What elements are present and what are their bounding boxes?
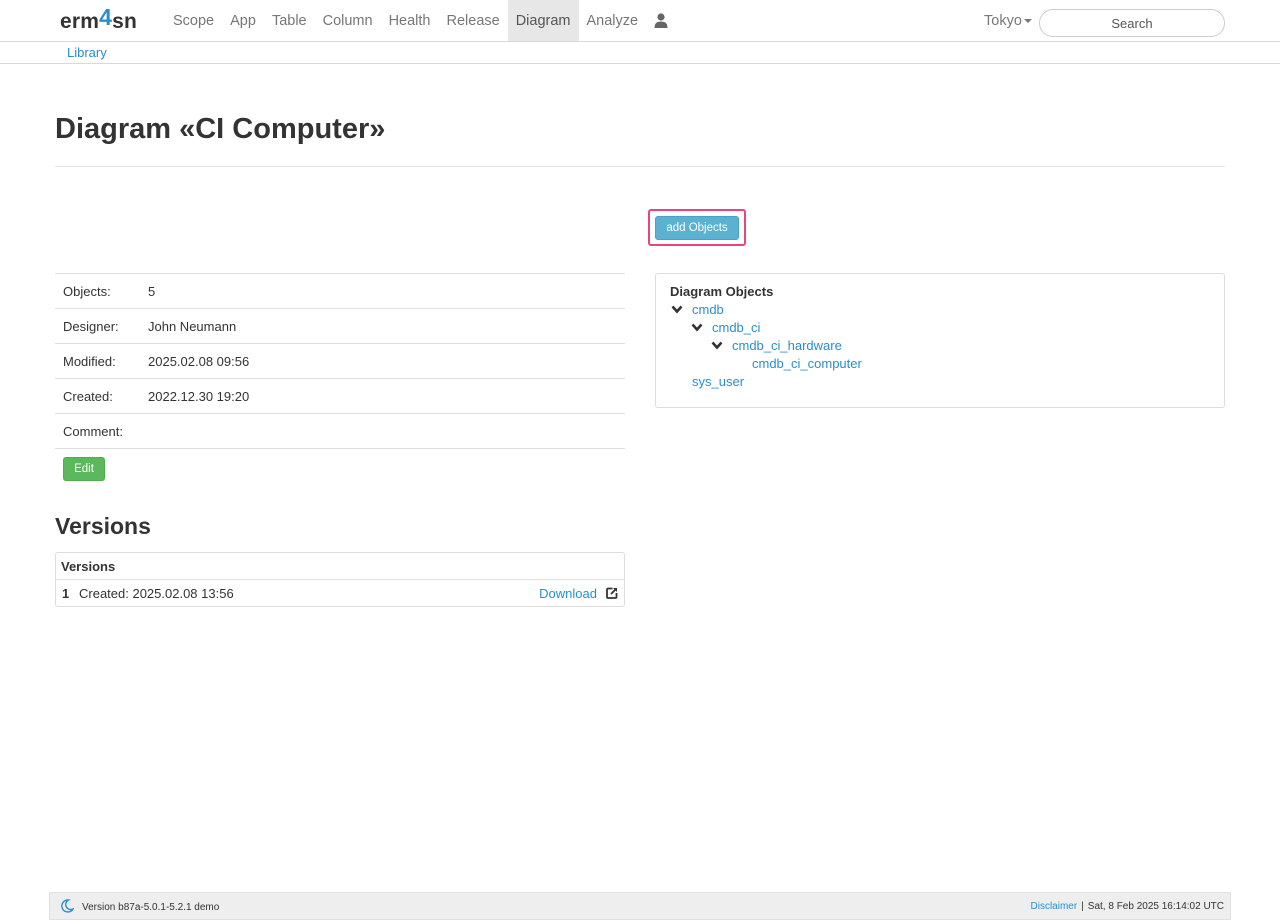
brand-text-erm: erm bbox=[60, 10, 100, 33]
edit-button[interactable]: Edit bbox=[63, 457, 105, 481]
sub-navbar: Library bbox=[0, 42, 1280, 64]
top-navbar: erm4sn Scope App Table Column Health Rel… bbox=[0, 0, 1280, 42]
nav-item-app[interactable]: App bbox=[222, 0, 264, 41]
chevron-down-icon[interactable] bbox=[691, 323, 703, 332]
info-row-designer: Designer: John Neumann bbox=[55, 308, 625, 344]
version-row: 1 Created: 2025.02.08 13:56 Download bbox=[56, 580, 624, 607]
info-value: 5 bbox=[140, 273, 625, 309]
nav-item-table[interactable]: Table bbox=[264, 0, 315, 41]
versions-panel-title: Versions bbox=[56, 553, 624, 580]
page-footer: Version b87a-5.0.1-5.2.1 demo Disclaimer… bbox=[49, 892, 1231, 920]
nav-item-scope[interactable]: Scope bbox=[165, 0, 222, 41]
footer-separator: | bbox=[1081, 901, 1084, 912]
brand-text-sn: sn bbox=[112, 10, 138, 33]
library-link[interactable]: Library bbox=[67, 45, 107, 60]
info-row-created: Created: 2022.12.30 19:20 bbox=[55, 378, 625, 414]
user-menu[interactable] bbox=[646, 0, 676, 41]
nav-item-release[interactable]: Release bbox=[439, 0, 508, 41]
info-row-comment: Comment: bbox=[55, 413, 625, 449]
tree-node-cmdb-ci[interactable]: cmdb_ci bbox=[712, 320, 760, 335]
info-label: Created: bbox=[55, 378, 140, 414]
nav-item-health[interactable]: Health bbox=[381, 0, 439, 41]
user-icon bbox=[654, 13, 668, 28]
versions-heading: Versions bbox=[55, 513, 151, 539]
version-download-link[interactable]: Download bbox=[539, 580, 597, 607]
header-divider bbox=[55, 166, 1225, 167]
diagram-objects-panel: Diagram Objects cmdb cmdb_ci cmdb_ci_har… bbox=[655, 273, 1225, 408]
brand-logo[interactable]: erm4sn bbox=[60, 4, 138, 34]
info-label: Designer: bbox=[55, 308, 140, 344]
moon-icon[interactable] bbox=[60, 899, 74, 913]
region-dropdown[interactable]: Tokyo bbox=[984, 0, 1032, 43]
external-link-icon[interactable] bbox=[606, 587, 618, 599]
info-row-modified: Modified: 2025.02.08 09:56 bbox=[55, 343, 625, 379]
versions-panel: Versions 1 Created: 2025.02.08 13:56 Dow… bbox=[55, 552, 625, 607]
version-created: Created: 2025.02.08 13:56 bbox=[79, 586, 234, 601]
tree-node-sys-user[interactable]: sys_user bbox=[692, 374, 744, 389]
footer-timestamp: Sat, 8 Feb 2025 16:14:02 UTC bbox=[1087, 901, 1224, 912]
info-value: 2025.02.08 09:56 bbox=[140, 343, 625, 379]
disclaimer-link[interactable]: Disclaimer bbox=[1031, 901, 1078, 912]
caret-down-icon bbox=[1023, 19, 1032, 24]
info-value bbox=[140, 413, 625, 449]
version-text: Version b87a-5.0.1-5.2.1 demo bbox=[82, 902, 220, 913]
info-value: 2022.12.30 19:20 bbox=[140, 378, 625, 414]
version-number: 1 bbox=[62, 586, 70, 601]
main-nav: Scope App Table Column Health Release Di… bbox=[165, 0, 676, 41]
info-label: Objects: bbox=[55, 273, 140, 309]
tree-node-cmdb-ci-hardware[interactable]: cmdb_ci_hardware bbox=[732, 338, 842, 353]
info-row-objects: Objects: 5 bbox=[55, 273, 625, 309]
diagram-info-table: Objects: 5 Designer: John Neumann Modifi… bbox=[55, 273, 625, 449]
brand-text-four: 4 bbox=[99, 4, 113, 30]
info-value: John Neumann bbox=[140, 308, 625, 344]
nav-item-analyze[interactable]: Analyze bbox=[579, 0, 647, 41]
diagram-objects-title: Diagram Objects bbox=[670, 284, 774, 299]
info-label: Comment: bbox=[55, 413, 140, 449]
page-title: Diagram «CI Computer» bbox=[55, 113, 386, 145]
add-objects-button[interactable]: add Objects bbox=[655, 216, 739, 240]
chevron-down-icon[interactable] bbox=[671, 305, 683, 314]
nav-item-diagram[interactable]: Diagram bbox=[507, 0, 579, 41]
info-label: Modified: bbox=[55, 343, 140, 379]
nav-item-column[interactable]: Column bbox=[315, 0, 381, 41]
region-label: Tokyo bbox=[984, 13, 1022, 29]
tree-node-cmdb[interactable]: cmdb bbox=[692, 302, 724, 317]
footer-right: Disclaimer | Sat, 8 Feb 2025 16:14:02 UTC bbox=[1031, 901, 1224, 912]
chevron-down-icon[interactable] bbox=[711, 341, 723, 350]
tree-node-cmdb-ci-computer[interactable]: cmdb_ci_computer bbox=[752, 356, 862, 371]
search-input[interactable] bbox=[1039, 9, 1225, 37]
